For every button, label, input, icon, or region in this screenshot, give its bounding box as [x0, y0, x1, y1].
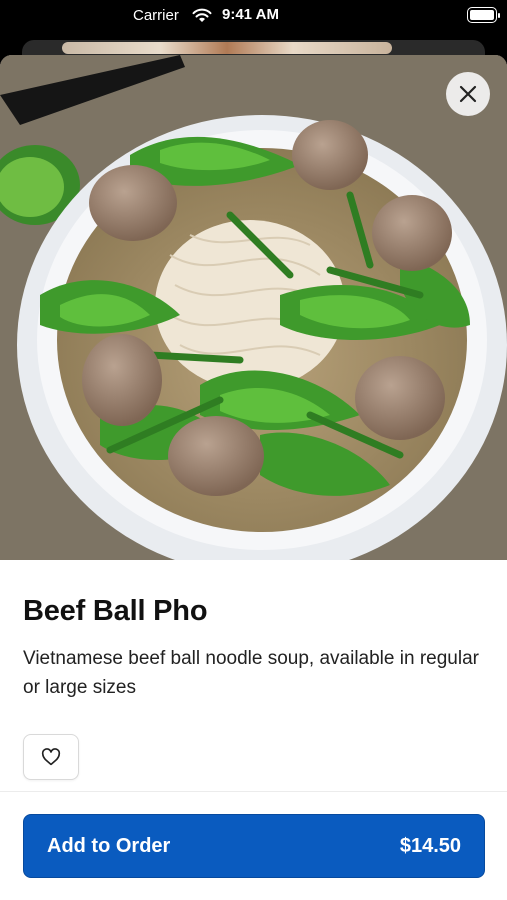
heart-icon	[41, 748, 61, 766]
item-description: Vietnamese beef ball noodle soup, availa…	[23, 648, 479, 698]
clock: 9:41 AM	[222, 6, 279, 23]
battery-icon	[467, 7, 500, 23]
carrier-label: Carrier	[133, 7, 179, 24]
close-icon	[459, 85, 477, 103]
food-photo	[0, 55, 507, 560]
status-bar: Carrier 9:41 AM	[0, 0, 507, 32]
footer-divider	[0, 791, 507, 792]
add-to-order-button[interactable]: Add to Order $14.50	[23, 814, 485, 878]
wifi-icon	[192, 8, 212, 22]
close-button[interactable]	[446, 72, 490, 116]
item-detail-sheet: Beef Ball Pho Vietnamese beef ball noodl…	[0, 55, 507, 900]
add-to-order-label: Add to Order	[47, 834, 171, 857]
item-title: Beef Ball Pho	[23, 595, 208, 627]
item-price: $14.50	[399, 834, 461, 857]
favorite-button[interactable]	[23, 734, 79, 780]
